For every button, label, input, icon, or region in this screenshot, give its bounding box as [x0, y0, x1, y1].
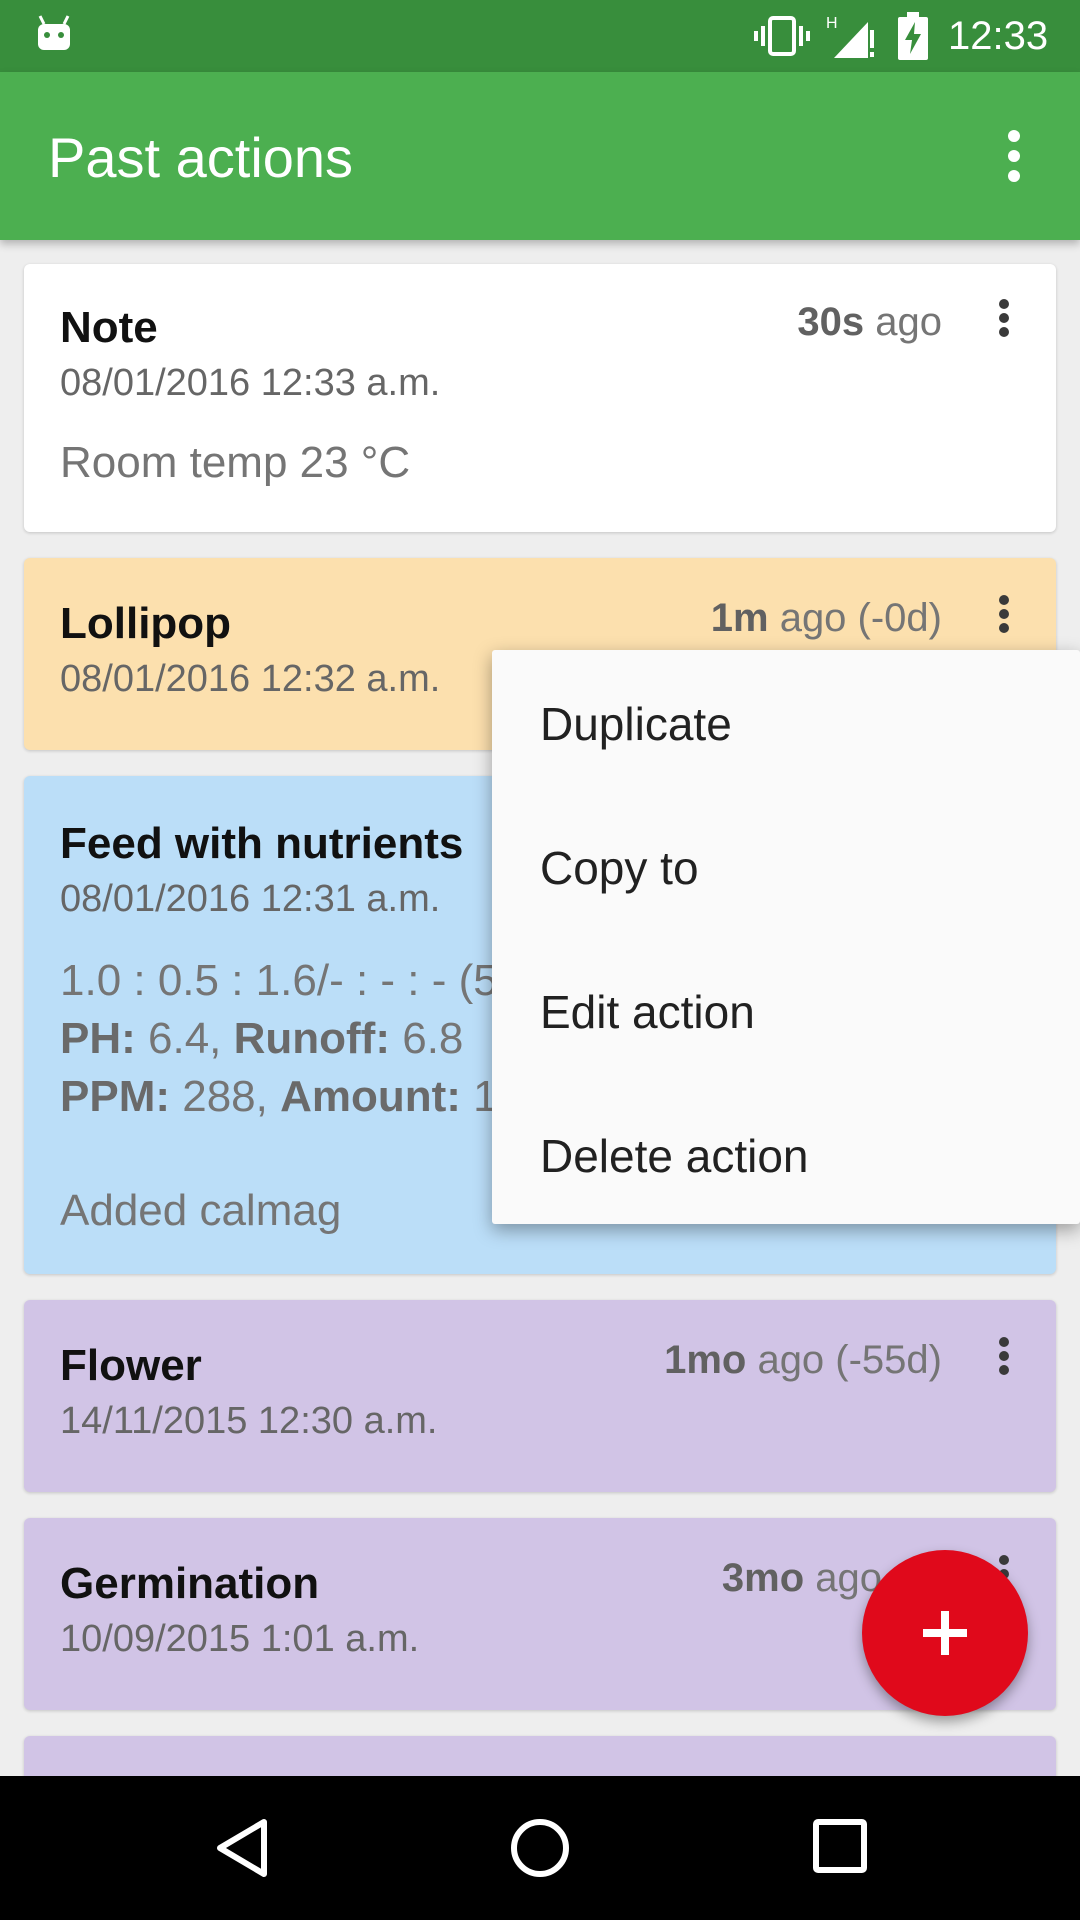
more-vert-icon[interactable] — [992, 1332, 1016, 1380]
time-ago-suffix: ago (-0d) — [768, 596, 942, 640]
menu-item-label: Duplicate — [540, 698, 732, 750]
more-vert-icon[interactable] — [992, 590, 1016, 638]
recent-apps-icon[interactable] — [810, 1816, 870, 1876]
time-ago-value: 3mo — [721, 1556, 805, 1600]
menu-item-copy-to[interactable]: Copy to — [492, 796, 1080, 940]
menu-item-label: Edit action — [540, 986, 755, 1038]
time-ago-suffix: ago (-55d) — [746, 1338, 942, 1382]
action-date: 08/01/2016 12:32 a.m. — [60, 658, 441, 700]
battery-charging-icon — [898, 12, 928, 60]
ppm-label: PPM: — [60, 1072, 170, 1121]
plus-icon — [923, 1611, 967, 1655]
ppm-amount-line: PPM: 288, Amount: 1 — [60, 1068, 498, 1126]
action-date: 08/01/2016 12:33 a.m. — [60, 362, 441, 404]
signal-icon: H — [826, 15, 874, 58]
app-toolbar: Past actions — [0, 72, 1080, 240]
menu-item-delete-action[interactable]: Delete action — [492, 1084, 1080, 1228]
action-title: Feed with nutrients — [60, 819, 464, 868]
nutrient-ratio: 1.0 : 0.5 : 1.6/- : - : - (5 — [60, 956, 498, 1005]
ph-runoff-line: PH: 6.4, Runoff: 6.8 — [60, 1010, 463, 1068]
time-ago-suffix: ago — [864, 300, 942, 344]
time-ago-value: 1m — [710, 596, 769, 640]
action-time-ago: 1mo ago (-55d) — [664, 1336, 942, 1384]
action-note: Added calmag — [60, 1186, 342, 1235]
page-title: Past actions — [48, 126, 354, 189]
back-icon[interactable] — [212, 1816, 272, 1880]
menu-item-duplicate[interactable]: Duplicate — [492, 652, 1080, 796]
ph-label: PH: — [60, 1014, 136, 1063]
action-date: 10/09/2015 1:01 a.m. — [60, 1618, 420, 1660]
action-title: Germination — [60, 1559, 320, 1608]
time-ago-value: 1mo — [664, 1338, 747, 1382]
menu-item-edit-action[interactable]: Edit action — [492, 940, 1080, 1084]
action-date: 08/01/2016 12:31 a.m. — [60, 878, 441, 920]
amount-label: Amount: — [280, 1072, 461, 1121]
android-notification-icon — [38, 15, 70, 50]
action-card-flower[interactable]: Flower 14/11/2015 12:30 a.m. 1mo ago (-5… — [24, 1300, 1056, 1492]
add-action-fab[interactable] — [862, 1550, 1028, 1716]
action-note: Room temp 23 °C — [60, 438, 411, 487]
runoff-label: Runoff: — [233, 1014, 390, 1063]
home-icon[interactable] — [508, 1816, 572, 1880]
action-time-ago: 30s ago — [797, 298, 942, 346]
svg-text:H: H — [826, 15, 838, 32]
status-time: 12:33 — [948, 14, 1049, 58]
action-title: Flower — [60, 1341, 202, 1390]
ph-value: 6.4, — [135, 1014, 234, 1063]
overflow-menu-icon[interactable] — [984, 124, 1044, 188]
runoff-value: 6.8 — [390, 1014, 464, 1063]
action-card-partial[interactable] — [24, 1736, 1056, 1776]
more-vert-icon[interactable] — [992, 294, 1016, 342]
action-title: Note — [60, 303, 158, 352]
status-bar: H 12:33 — [0, 0, 1080, 72]
action-card-note[interactable]: Note 08/01/2016 12:33 a.m. 30s ago Room … — [24, 264, 1056, 532]
time-ago-value: 30s — [797, 300, 865, 344]
action-date: 14/11/2015 12:30 a.m. — [60, 1400, 438, 1442]
action-time-ago: 1m ago (-0d) — [711, 594, 942, 642]
system-nav-bar — [0, 1776, 1080, 1920]
vibrate-icon — [754, 16, 810, 56]
action-title: Lollipop — [60, 599, 232, 648]
menu-item-label: Delete action — [540, 1130, 809, 1182]
ppm-value: 288, — [170, 1072, 281, 1121]
action-popup-menu: Duplicate Copy to Edit action Delete act… — [492, 650, 1080, 1224]
menu-item-label: Copy to — [540, 842, 699, 894]
